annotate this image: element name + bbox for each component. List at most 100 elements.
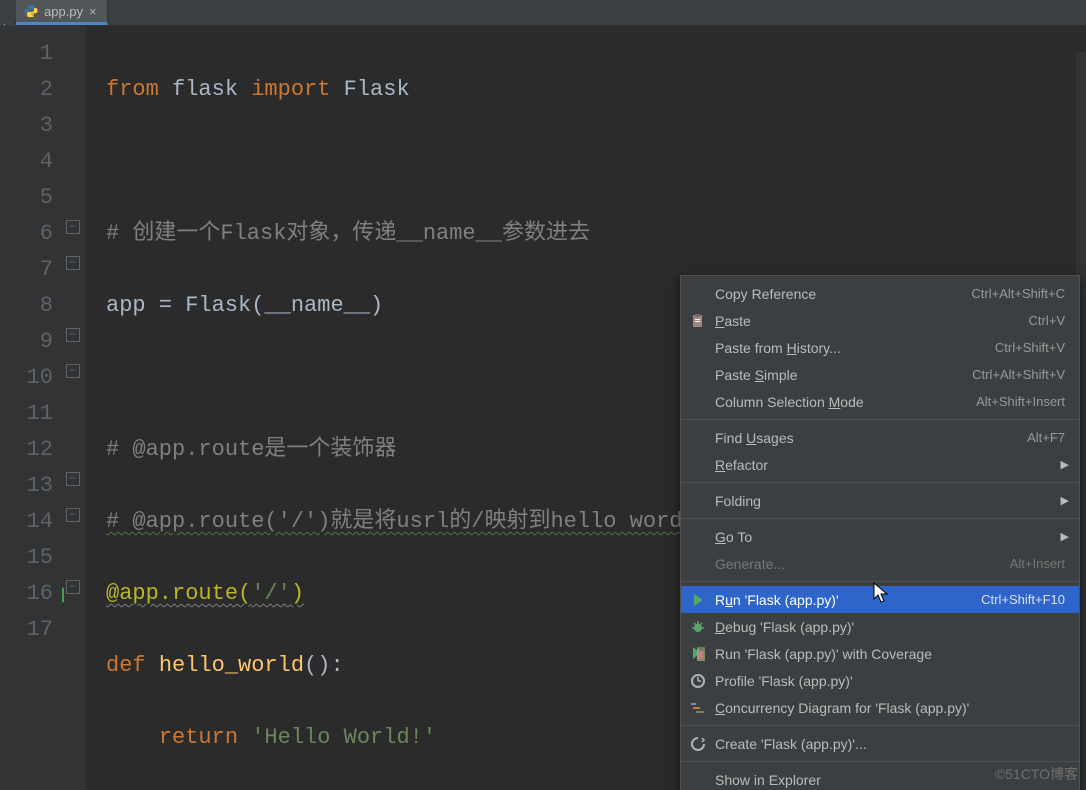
- menu-item-concurrency-diagram-for-flask-app-py[interactable]: Concurrency Diagram for 'Flask (app.py)': [681, 694, 1079, 721]
- run-icon: [689, 591, 707, 609]
- create-icon: [689, 735, 707, 753]
- menu-item-label: Go To: [715, 529, 1065, 545]
- menu-item-label: Run 'Flask (app.py)' with Coverage: [715, 646, 1065, 662]
- menu-shortcut: Ctrl+Alt+Shift+C: [971, 286, 1065, 301]
- menu-item-label: Folding: [715, 493, 1065, 509]
- fold-icon[interactable]: −: [66, 472, 80, 486]
- submenu-arrow-icon: ▶: [1061, 458, 1069, 471]
- line-number: 15: [0, 540, 53, 576]
- tab-app-py[interactable]: app.py ×: [16, 0, 108, 25]
- menu-separator: [681, 518, 1079, 519]
- coverage-icon: [689, 645, 707, 663]
- menu-item-label: Refactor: [715, 457, 1065, 473]
- line-number: 16: [0, 576, 53, 612]
- line-number-gutter: 1 2 3 4 5 6 7 8 9 10 11 12 13 14 15 16 1…: [0, 26, 64, 790]
- menu-item-paste-from-history[interactable]: Paste from History... Ctrl+Shift+V: [681, 334, 1079, 361]
- debug-icon: [689, 618, 707, 636]
- menu-item-go-to[interactable]: Go To▶: [681, 523, 1079, 550]
- line-number: 3: [0, 108, 53, 144]
- concur-icon: [689, 699, 707, 717]
- fold-gutter: − − − − − − −: [64, 26, 86, 790]
- line-number: 14: [0, 504, 53, 540]
- menu-item-run-flask-app-py[interactable]: Run 'Flask (app.py)' Ctrl+Shift+F10: [681, 586, 1079, 613]
- line-number: 7: [0, 252, 53, 288]
- blank-icon: [689, 366, 707, 384]
- menu-separator: [681, 761, 1079, 762]
- ide-root: je app.py × 1 2 3 4 5 6 7 8 9 10 11 12 1…: [0, 0, 1086, 790]
- paste-icon: [689, 312, 707, 330]
- menu-item-create-flask-app-py[interactable]: Create 'Flask (app.py)'...: [681, 730, 1079, 757]
- line-number: 10: [0, 360, 53, 396]
- line-number: 1: [0, 36, 53, 72]
- menu-item-find-usages[interactable]: Find Usages Alt+F7: [681, 424, 1079, 451]
- menu-item-refactor[interactable]: Refactor▶: [681, 451, 1079, 478]
- menu-item-copy-reference[interactable]: Copy Reference Ctrl+Alt+Shift+C: [681, 280, 1079, 307]
- blank-icon: [689, 555, 707, 573]
- line-number: 8: [0, 288, 53, 324]
- menu-shortcut: Ctrl+Shift+V: [995, 340, 1065, 355]
- menu-shortcut: Ctrl+Shift+F10: [981, 592, 1065, 607]
- menu-shortcut: Alt+F7: [1027, 430, 1065, 445]
- menu-item-label: Concurrency Diagram for 'Flask (app.py)': [715, 700, 1065, 716]
- line-number: 13: [0, 468, 53, 504]
- submenu-arrow-icon: ▶: [1061, 494, 1069, 507]
- menu-item-label: Paste from History...: [715, 340, 987, 356]
- menu-item-paste[interactable]: Paste Ctrl+V: [681, 307, 1079, 334]
- menu-item-paste-simple[interactable]: Paste Simple Ctrl+Alt+Shift+V: [681, 361, 1079, 388]
- menu-item-label: Debug 'Flask (app.py)': [715, 619, 1065, 635]
- menu-separator: [681, 581, 1079, 582]
- python-file-icon: [24, 4, 38, 18]
- menu-shortcut: Alt+Insert: [1010, 556, 1065, 571]
- menu-item-label: Run 'Flask (app.py)': [715, 592, 973, 608]
- blank-icon: [689, 528, 707, 546]
- line-number: 6: [0, 216, 53, 252]
- menu-item-column-selection-mode[interactable]: Column Selection Mode Alt+Shift+Insert: [681, 388, 1079, 415]
- menu-shortcut: Alt+Shift+Insert: [976, 394, 1065, 409]
- menu-item-generate: Generate... Alt+Insert: [681, 550, 1079, 577]
- fold-icon[interactable]: −: [66, 364, 80, 378]
- menu-item-run-flask-app-py-with-coverage[interactable]: Run 'Flask (app.py)' with Coverage: [681, 640, 1079, 667]
- editor-tabbar: app.py ×: [0, 0, 1086, 26]
- profile-icon: [689, 672, 707, 690]
- line-number: 12: [0, 432, 53, 468]
- blank-icon: [689, 429, 707, 447]
- fold-icon[interactable]: −: [66, 328, 80, 342]
- fold-icon[interactable]: −: [66, 508, 80, 522]
- fold-icon[interactable]: −: [66, 580, 80, 594]
- menu-separator: [681, 725, 1079, 726]
- menu-item-label: Find Usages: [715, 430, 1019, 446]
- watermark: ©51CTO博客: [995, 764, 1078, 784]
- fold-icon[interactable]: −: [66, 220, 80, 234]
- menu-item-label: Copy Reference: [715, 286, 963, 302]
- blank-icon: [689, 492, 707, 510]
- fold-icon[interactable]: −: [66, 256, 80, 270]
- menu-item-debug-flask-app-py[interactable]: Debug 'Flask (app.py)': [681, 613, 1079, 640]
- menu-item-label: Paste Simple: [715, 367, 964, 383]
- line-number: 4: [0, 144, 53, 180]
- close-icon[interactable]: ×: [89, 4, 97, 19]
- blank-icon: [689, 339, 707, 357]
- menu-item-label: Create 'Flask (app.py)'...: [715, 736, 1065, 752]
- menu-shortcut: Ctrl+Alt+Shift+V: [972, 367, 1065, 382]
- menu-item-folding[interactable]: Folding▶: [681, 487, 1079, 514]
- menu-item-profile-flask-app-py[interactable]: Profile 'Flask (app.py)': [681, 667, 1079, 694]
- line-number: 2: [0, 72, 53, 108]
- blank-icon: [689, 456, 707, 474]
- menu-item-label: Generate...: [715, 556, 1002, 572]
- menu-item-label: Column Selection Mode: [715, 394, 968, 410]
- menu-item-label: Paste: [715, 313, 1021, 329]
- tab-filename: app.py: [44, 4, 83, 19]
- line-number: 5: [0, 180, 53, 216]
- line-number: 9: [0, 324, 53, 360]
- menu-separator: [681, 482, 1079, 483]
- line-number: 17: [0, 612, 53, 648]
- blank-icon: [689, 771, 707, 789]
- menu-shortcut: Ctrl+V: [1029, 313, 1065, 328]
- context-menu: Copy Reference Ctrl+Alt+Shift+C Paste Ctrl+…: [680, 275, 1080, 790]
- submenu-arrow-icon: ▶: [1061, 530, 1069, 543]
- blank-icon: [689, 285, 707, 303]
- menu-item-label: Profile 'Flask (app.py)': [715, 673, 1065, 689]
- line-number: 11: [0, 396, 53, 432]
- blank-icon: [689, 393, 707, 411]
- menu-separator: [681, 419, 1079, 420]
